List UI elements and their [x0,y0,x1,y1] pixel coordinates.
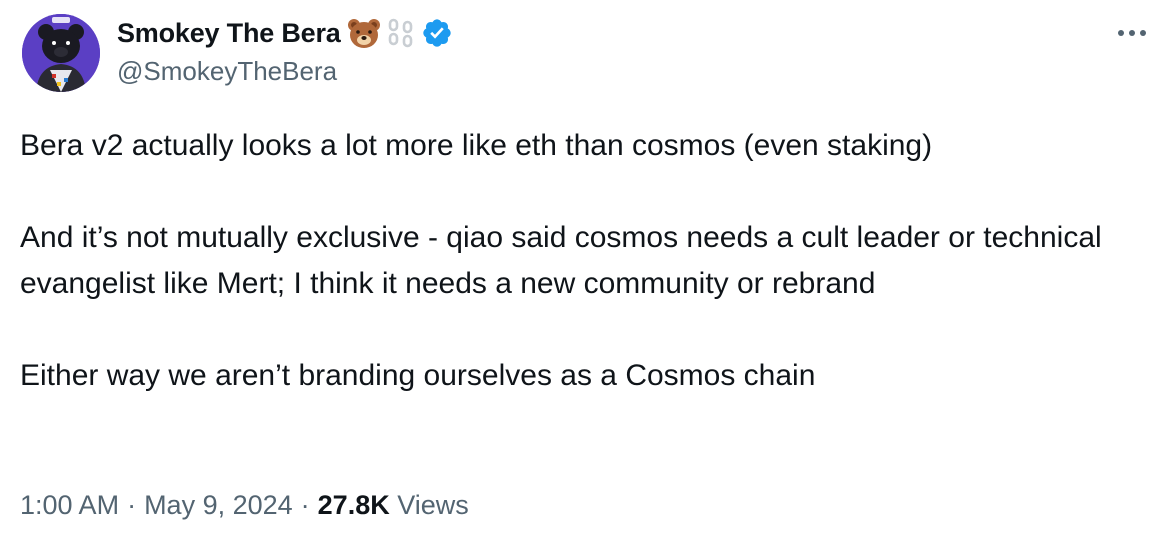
views-count: 27.8K [317,490,390,520]
tweet-text: Bera v2 actually looks a lot more like e… [20,123,1155,399]
more-dots-icon [1118,30,1146,36]
chain-icon [387,17,415,49]
avatar[interactable] [22,14,100,92]
more-options-button[interactable] [1112,18,1152,48]
display-name[interactable]: Smokey The Bera [117,18,341,49]
tweet-paragraph-3: Either way we aren’t branding ourselves … [20,359,816,392]
verified-badge-icon[interactable] [421,17,453,49]
views-label: Views [397,490,469,520]
tweet-paragraph-1: Bera v2 actually looks a lot more like e… [20,129,933,162]
bear-face-icon [347,17,381,49]
bear-avatar-icon [22,14,100,92]
views-link[interactable]: 27.8K Views [318,490,469,520]
meta-separator: · [127,490,137,520]
name-row: Smokey The Bera [117,14,453,52]
tweet-time-link[interactable]: 1:00 AM · May 9, 2024 [20,490,293,520]
tweet-meta: 1:00 AM · May 9, 2024 · 27.8K Views [20,490,469,521]
tweet-date: May 9, 2024 [144,490,293,520]
tweet-card: Smokey The Bera @SmokeyTheBera Bera v2 a… [0,0,1172,536]
handle[interactable]: @SmokeyTheBera [117,56,453,87]
tweet-header: Smokey The Bera @SmokeyTheBera [117,14,453,94]
meta-separator: · [300,490,310,520]
tweet-time: 1:00 AM [20,490,120,520]
tweet-paragraph-2: And it’s not mutually exclusive - qiao s… [20,221,1102,300]
